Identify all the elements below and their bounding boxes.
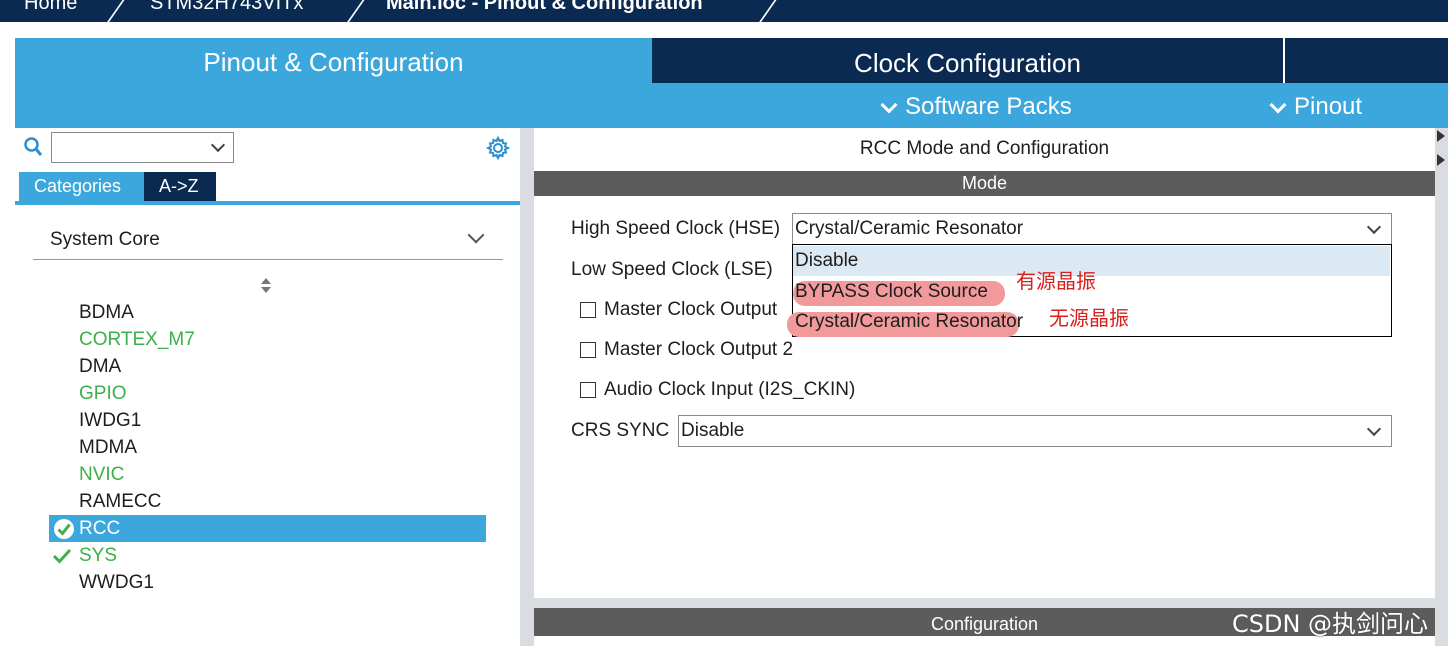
audio-clock-input-label: Audio Clock Input (I2S_CKIN) [604,379,856,400]
panel-splitter[interactable] [520,128,534,646]
option-bypass-clock-source[interactable]: BYPASS Clock Source [793,277,988,307]
window-margin [0,22,15,646]
chevron-down-icon[interactable] [1366,421,1382,437]
checkmark-icon [52,548,72,564]
option-crystal-ceramic-resonator[interactable]: Crystal/Ceramic Resonator [793,307,1023,337]
watermark: CSDN @执剑问心 [1232,610,1429,638]
audio-clock-input-checkbox[interactable] [580,382,596,398]
hse-select[interactable]: Crystal/Ceramic Resonator [792,213,1392,245]
list-item-label: RCC [79,518,121,539]
breadcrumb: Home STM32H743VITx Main.ioc - Pinout & C… [0,0,1448,22]
panel-title: RCC Mode and Configuration [859,138,1110,159]
list-item-wwdg1[interactable]: WWDG1 [79,569,154,596]
pinout-menu[interactable]: Pinout [1269,93,1363,121]
master-clock-output-checkbox[interactable] [580,302,596,318]
tab-underline [15,201,520,205]
breadcrumb-separator [753,0,777,22]
chevron-down-icon [880,96,898,114]
master-clock-output-2-label: Master Clock Output 2 [604,339,794,360]
list-item-cortex-m7[interactable]: CORTEX_M7 [79,326,195,353]
tab-clock-configuration[interactable]: Clock Configuration [652,38,1283,83]
mode-header: Mode [534,171,1435,196]
breadcrumb-home[interactable]: Home [24,0,77,15]
right-scrollbar[interactable] [1435,128,1448,646]
list-item-rcc[interactable]: RCC [49,515,486,542]
software-packs-label: Software Packs [905,93,1072,120]
software-packs-menu[interactable]: Software Packs [880,93,1072,121]
list-item-iwdg1[interactable]: IWDG1 [79,407,141,434]
list-item-dma[interactable]: DMA [79,353,121,380]
search-icon[interactable] [24,137,42,157]
list-item-gpio[interactable]: GPIO [79,380,127,407]
scroll-arrow-icon[interactable] [1437,130,1445,142]
tab-a-to-z[interactable]: A->Z [144,172,216,201]
scroll-arrow-icon[interactable] [1437,154,1445,166]
annotation-active-crystal: 有源晶振 [1016,269,1096,293]
sort-icon[interactable] [260,278,272,296]
sub-toolbar: Software Packs Pinout [15,83,1448,128]
crs-sync-value: Disable [681,420,745,441]
chevron-down-icon[interactable] [210,137,226,153]
search-input[interactable] [51,132,234,163]
master-clock-output-label: Master Clock Output [604,299,778,320]
list-item-nvic[interactable]: NVIC [79,461,124,488]
crs-sync-label: CRS SYNC [571,420,670,441]
hse-label: High Speed Clock (HSE) [571,218,781,239]
check-circle-icon [54,519,74,539]
annotation-passive-crystal: 无源晶振 [1049,306,1129,330]
categories-panel: Categories A->Z System Core BDMA CORTEX_… [15,128,522,646]
tab-pinout-configuration[interactable]: Pinout & Configuration [15,38,652,83]
list-item-bdma[interactable]: BDMA [79,299,134,326]
breadcrumb-current[interactable]: Main.ioc - Pinout & Configuration [386,0,703,15]
pinout-menu-label: Pinout [1294,93,1363,120]
master-clock-output-2-checkbox[interactable] [580,342,596,358]
breadcrumb-device[interactable]: STM32H743VITx [150,0,303,15]
crs-sync-select[interactable]: Disable [678,415,1392,447]
chevron-down-icon[interactable] [467,226,485,244]
rcc-mode-panel: RCC Mode and Configuration Mode High Spe… [534,128,1435,646]
divider [33,259,503,260]
group-system-core[interactable]: System Core [50,229,160,251]
lse-label: Low Speed Clock (LSE) [571,259,773,280]
breadcrumb-separator [101,0,125,22]
list-item-ramecc[interactable]: RAMECC [79,488,161,515]
list-item-sys[interactable]: SYS [79,542,117,569]
breadcrumb-separator [341,0,365,22]
chevron-down-icon [1269,96,1287,114]
hse-value: Crystal/Ceramic Resonator [795,218,1024,239]
tab-project-manager[interactable] [1285,38,1448,83]
gear-icon[interactable] [486,136,510,160]
chevron-down-icon[interactable] [1366,219,1382,235]
tab-categories[interactable]: Categories [19,172,144,201]
list-item-mdma[interactable]: MDMA [79,434,137,461]
